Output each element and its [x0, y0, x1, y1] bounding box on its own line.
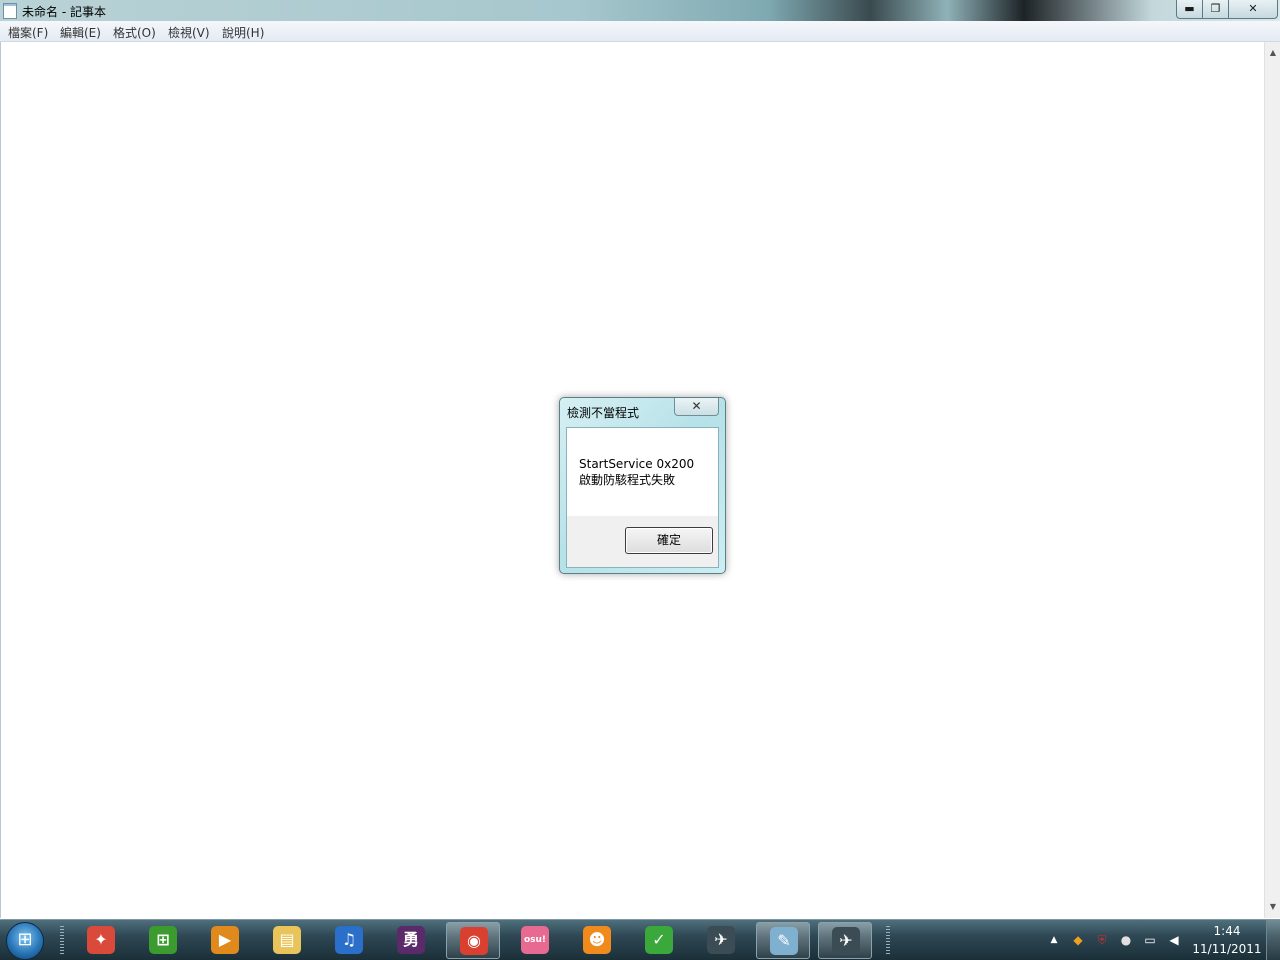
taskbar-button-game-yong[interactable]: 勇 — [384, 922, 438, 959]
counter-strike-icon-2: ✈ — [832, 927, 860, 955]
dialog-title: 檢測不當程式 — [567, 406, 640, 420]
dialog-message: StartService 0x200 啟動防駭程式失敗 — [579, 456, 694, 488]
notepad-icon — [3, 3, 17, 19]
notepad-icon: ✎ — [770, 927, 798, 955]
window-title: 未命名 - 記事本 — [22, 5, 106, 19]
windows-media-center-icon: ⊞ — [149, 926, 177, 954]
chrome-icon: ◉ — [460, 927, 488, 955]
start-button[interactable]: ⊞ — [6, 922, 44, 960]
media-player-icon: ▶ — [211, 926, 239, 954]
dialog-message-line-2: 啟動防駭程式失敗 — [579, 473, 676, 487]
network-icon[interactable]: ▭ — [1142, 932, 1158, 948]
taskbar: ⊞ ✦ ⊞ ▶ ▤ ♫ 勇 ◉ osu! ☻ ✓ ✈ ✎ ✈ ▲ ◆ ⛨ ● ▭ ◀ — [0, 919, 1280, 960]
taskbar-grip[interactable] — [60, 926, 64, 956]
pps-icon: ☻ — [583, 926, 611, 954]
clock-date[interactable]: 11/11/2011 — [1190, 942, 1264, 956]
taskbar-button-counter-strike[interactable]: ✈ — [694, 922, 748, 959]
green-check-app-icon: ✓ — [645, 926, 673, 954]
menu-edit[interactable]: 編輯(E) — [60, 24, 101, 41]
dialog-body: StartService 0x200 啟動防駭程式失敗 確定 — [566, 427, 719, 568]
minimize-button[interactable]: ▬ — [1176, 0, 1203, 19]
menu-view[interactable]: 檢視(V) — [168, 24, 210, 41]
volume-icon[interactable]: ◀ — [1166, 932, 1182, 948]
menu-help[interactable]: 說明(H) — [222, 24, 264, 41]
osu-icon: osu! — [521, 926, 549, 954]
close-button[interactable]: ✕ — [1228, 0, 1278, 19]
itunes-icon: ♫ — [335, 926, 363, 954]
taskbar-button-colorful-app[interactable]: ✦ — [74, 922, 128, 959]
qq-icon[interactable]: ● — [1118, 932, 1134, 948]
scroll-down-icon[interactable]: ▼ — [1268, 902, 1278, 912]
dialog-message-line-1: StartService 0x200 — [579, 457, 695, 471]
file-explorer-icon: ▤ — [273, 926, 301, 954]
menu-format[interactable]: 格式(O) — [113, 24, 156, 41]
scroll-up-icon[interactable]: ▲ — [1268, 48, 1278, 58]
vertical-scrollbar[interactable]: ▲ ▼ — [1264, 42, 1280, 918]
taskbar-button-notepad[interactable]: ✎ — [756, 922, 810, 959]
ok-button[interactable]: 確定 — [625, 527, 713, 554]
clock-time[interactable]: 1:44 — [1194, 924, 1260, 938]
taskbar-button-media-player[interactable]: ▶ — [198, 922, 252, 959]
taskbar-button-counter-strike-icon-2[interactable]: ✈ — [818, 922, 872, 959]
orange-diamond-icon[interactable]: ◆ — [1070, 932, 1086, 948]
dialog-close-button[interactable]: ✕ — [674, 398, 719, 416]
game-yong-icon: 勇 — [397, 926, 425, 954]
restore-button[interactable]: ❐ — [1202, 0, 1229, 19]
taskbar-button-osu[interactable]: osu! — [508, 922, 562, 959]
taskbar-grip-2[interactable] — [886, 926, 890, 956]
taskbar-button-chrome[interactable]: ◉ — [446, 922, 500, 959]
windows-logo-icon: ⊞ — [17, 929, 33, 950]
taskbar-button-file-explorer[interactable]: ▤ — [260, 922, 314, 959]
menu-bar: 檔案(F) 編輯(E) 格式(O) 檢視(V) 說明(H) — [0, 21, 1280, 42]
taskbar-button-itunes[interactable]: ♫ — [322, 922, 376, 959]
error-dialog: 檢測不當程式 ✕ StartService 0x200 啟動防駭程式失敗 確定 — [559, 397, 726, 574]
show-desktop-button[interactable] — [1266, 920, 1280, 960]
dialog-button-area: 確定 — [567, 516, 718, 567]
colorful-app-icon: ✦ — [87, 926, 115, 954]
show-hidden-icons-button[interactable]: ▲ — [1046, 932, 1062, 948]
taskbar-button-green-check-app[interactable]: ✓ — [632, 922, 686, 959]
taskbar-button-pps[interactable]: ☻ — [570, 922, 624, 959]
shield-icon[interactable]: ⛨ — [1094, 932, 1110, 948]
taskbar-button-windows-media-center[interactable]: ⊞ — [136, 922, 190, 959]
window-title-bar[interactable]: 未命名 - 記事本 ▬ ❐ ✕ — [0, 0, 1280, 21]
menu-file[interactable]: 檔案(F) — [8, 24, 48, 41]
counter-strike-icon: ✈ — [707, 926, 735, 954]
